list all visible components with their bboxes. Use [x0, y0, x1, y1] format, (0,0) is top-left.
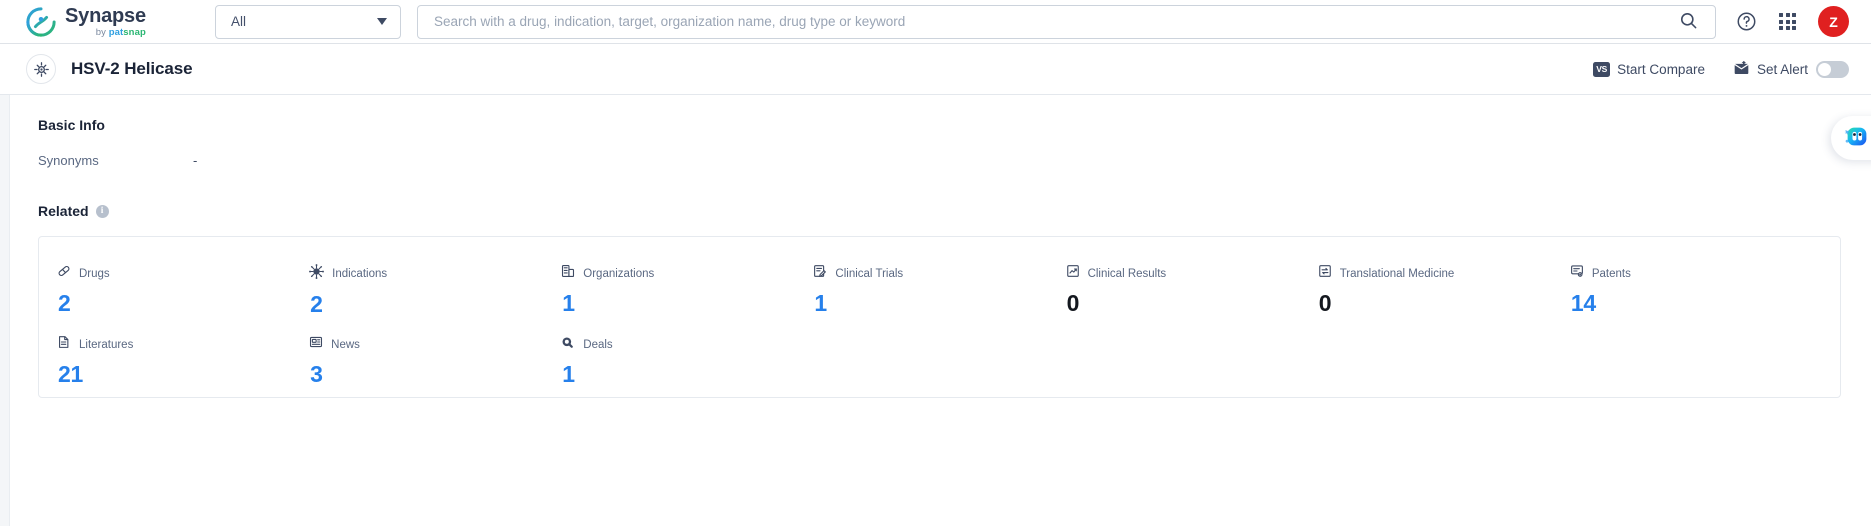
transfer-doc-icon	[1318, 264, 1332, 283]
apps-grid-icon[interactable]	[1779, 13, 1796, 30]
chart-doc-icon	[1066, 264, 1080, 283]
deal-handshake-icon	[561, 335, 575, 354]
stat-value: 1	[562, 361, 575, 387]
related-heading-label: Related	[38, 203, 89, 219]
logo-tagline: by patsnap	[95, 26, 146, 38]
info-icon[interactable]: i	[95, 204, 109, 218]
header-actions: Z	[1736, 6, 1849, 37]
stat-value: 21	[58, 361, 83, 387]
ai-bot-icon	[1842, 121, 1871, 156]
set-alert-toggle[interactable]	[1816, 60, 1849, 78]
start-compare-button[interactable]: VS Start Compare	[1593, 61, 1705, 77]
stat-header: News	[309, 335, 561, 354]
stat-header: Clinical Results	[1066, 264, 1318, 283]
stat-value: 14	[1570, 290, 1596, 316]
related-stat-clinical-results[interactable]: Clinical Results 0	[1066, 264, 1318, 318]
stat-label: Translational Medicine	[1339, 267, 1455, 280]
search-scope-dropdown[interactable]: All	[215, 4, 401, 39]
set-alert-label: Set Alert	[1756, 61, 1808, 77]
entity-title-group: HSV-2 Helicase	[26, 54, 193, 84]
stat-value: 0	[1066, 290, 1080, 316]
stat-header: Indications	[309, 264, 561, 284]
news-icon	[309, 335, 323, 354]
page-body: Basic Info Synonyms - Related i Drugs 2 …	[0, 95, 1871, 526]
building-icon	[561, 264, 575, 283]
main-content: Basic Info Synonyms - Related i Drugs 2 …	[10, 95, 1871, 526]
search-input[interactable]	[434, 5, 1661, 38]
logo-wordmark: Synapse	[65, 4, 146, 27]
stat-value: 1	[562, 290, 575, 316]
synonyms-row: Synonyms -	[38, 153, 1841, 168]
stat-value: 3	[310, 361, 323, 387]
stat-label: Literatures	[79, 338, 134, 351]
page-title: HSV-2 Helicase	[71, 59, 193, 78]
stat-value: 1	[814, 290, 827, 316]
basic-info-heading: Basic Info	[38, 117, 1841, 133]
stat-label: Clinical Results	[1087, 267, 1167, 280]
stat-header: Patents	[1570, 264, 1822, 283]
related-stat-drugs[interactable]: Drugs 2	[57, 264, 309, 318]
search-scope-value: All	[231, 14, 247, 29]
target-crosshair-icon	[26, 54, 56, 84]
stat-header: Clinical Trials	[813, 264, 1065, 283]
start-compare-label: Start Compare	[1617, 61, 1705, 77]
chevron-down-icon	[377, 18, 387, 25]
top-header-bar: Synapse by patsnap All Z	[0, 0, 1871, 44]
entity-title-bar: HSV-2 Helicase VS Start Compare Set Aler…	[0, 44, 1871, 95]
ai-assistant-tab[interactable]	[1831, 116, 1871, 160]
literature-icon	[57, 335, 71, 354]
stat-label: Clinical Trials	[835, 267, 904, 280]
clipboard-edit-icon	[813, 264, 827, 283]
related-stat-deals[interactable]: Deals 1	[561, 335, 813, 388]
search-icon	[1679, 11, 1698, 33]
stat-label: Deals	[583, 338, 613, 351]
stat-header: Translational Medicine	[1318, 264, 1570, 283]
virus-icon	[309, 264, 325, 284]
stat-label: Organizations	[583, 267, 655, 280]
related-card: Drugs 2 Indications 2 Organizations 1 Cl…	[38, 236, 1841, 398]
mail-alert-icon	[1733, 60, 1750, 78]
stat-value: 2	[58, 290, 71, 316]
related-stat-organizations[interactable]: Organizations 1	[561, 264, 813, 318]
synonyms-value: -	[193, 153, 198, 168]
stat-label: Patents	[1591, 267, 1631, 280]
related-stat-patents[interactable]: Patents 14	[1570, 264, 1822, 318]
stat-value: 0	[1318, 290, 1332, 316]
stat-value: 2	[310, 291, 323, 317]
related-heading: Related i	[38, 203, 1841, 219]
stat-header: Drugs	[57, 264, 309, 283]
set-alert-control[interactable]: Set Alert	[1733, 60, 1849, 78]
global-search-box[interactable]	[417, 4, 1716, 39]
avatar[interactable]: Z	[1818, 6, 1849, 37]
patent-doc-icon	[1570, 264, 1584, 283]
related-stat-indications[interactable]: Indications 2	[309, 264, 561, 318]
synonyms-label: Synonyms	[38, 153, 99, 168]
stat-header: Organizations	[561, 264, 813, 283]
stat-header: Deals	[561, 335, 813, 354]
stat-label: Indications	[332, 268, 388, 280]
stat-header: Literatures	[57, 335, 309, 354]
app-logo[interactable]: Synapse by patsnap	[26, 6, 186, 38]
help-circle-icon[interactable]	[1736, 11, 1757, 32]
entity-actions: VS Start Compare Set Alert	[1593, 60, 1849, 78]
stat-label: News	[331, 338, 360, 351]
related-stat-translational-medicine[interactable]: Translational Medicine 0	[1318, 264, 1570, 318]
search-submit-button[interactable]	[1661, 6, 1715, 38]
related-stats-grid: Drugs 2 Indications 2 Organizations 1 Cl…	[39, 264, 1840, 388]
left-rail	[0, 95, 10, 526]
pill-icon	[57, 264, 71, 283]
related-stat-clinical-trials[interactable]: Clinical Trials 1	[813, 264, 1065, 318]
synapse-logo-icon	[26, 6, 56, 37]
related-stat-news[interactable]: News 3	[309, 335, 561, 388]
related-stat-literatures[interactable]: Literatures 21	[57, 335, 309, 388]
vs-badge-icon: VS	[1593, 61, 1611, 77]
basic-info-heading-label: Basic Info	[38, 117, 105, 133]
stat-label: Drugs	[79, 267, 110, 280]
